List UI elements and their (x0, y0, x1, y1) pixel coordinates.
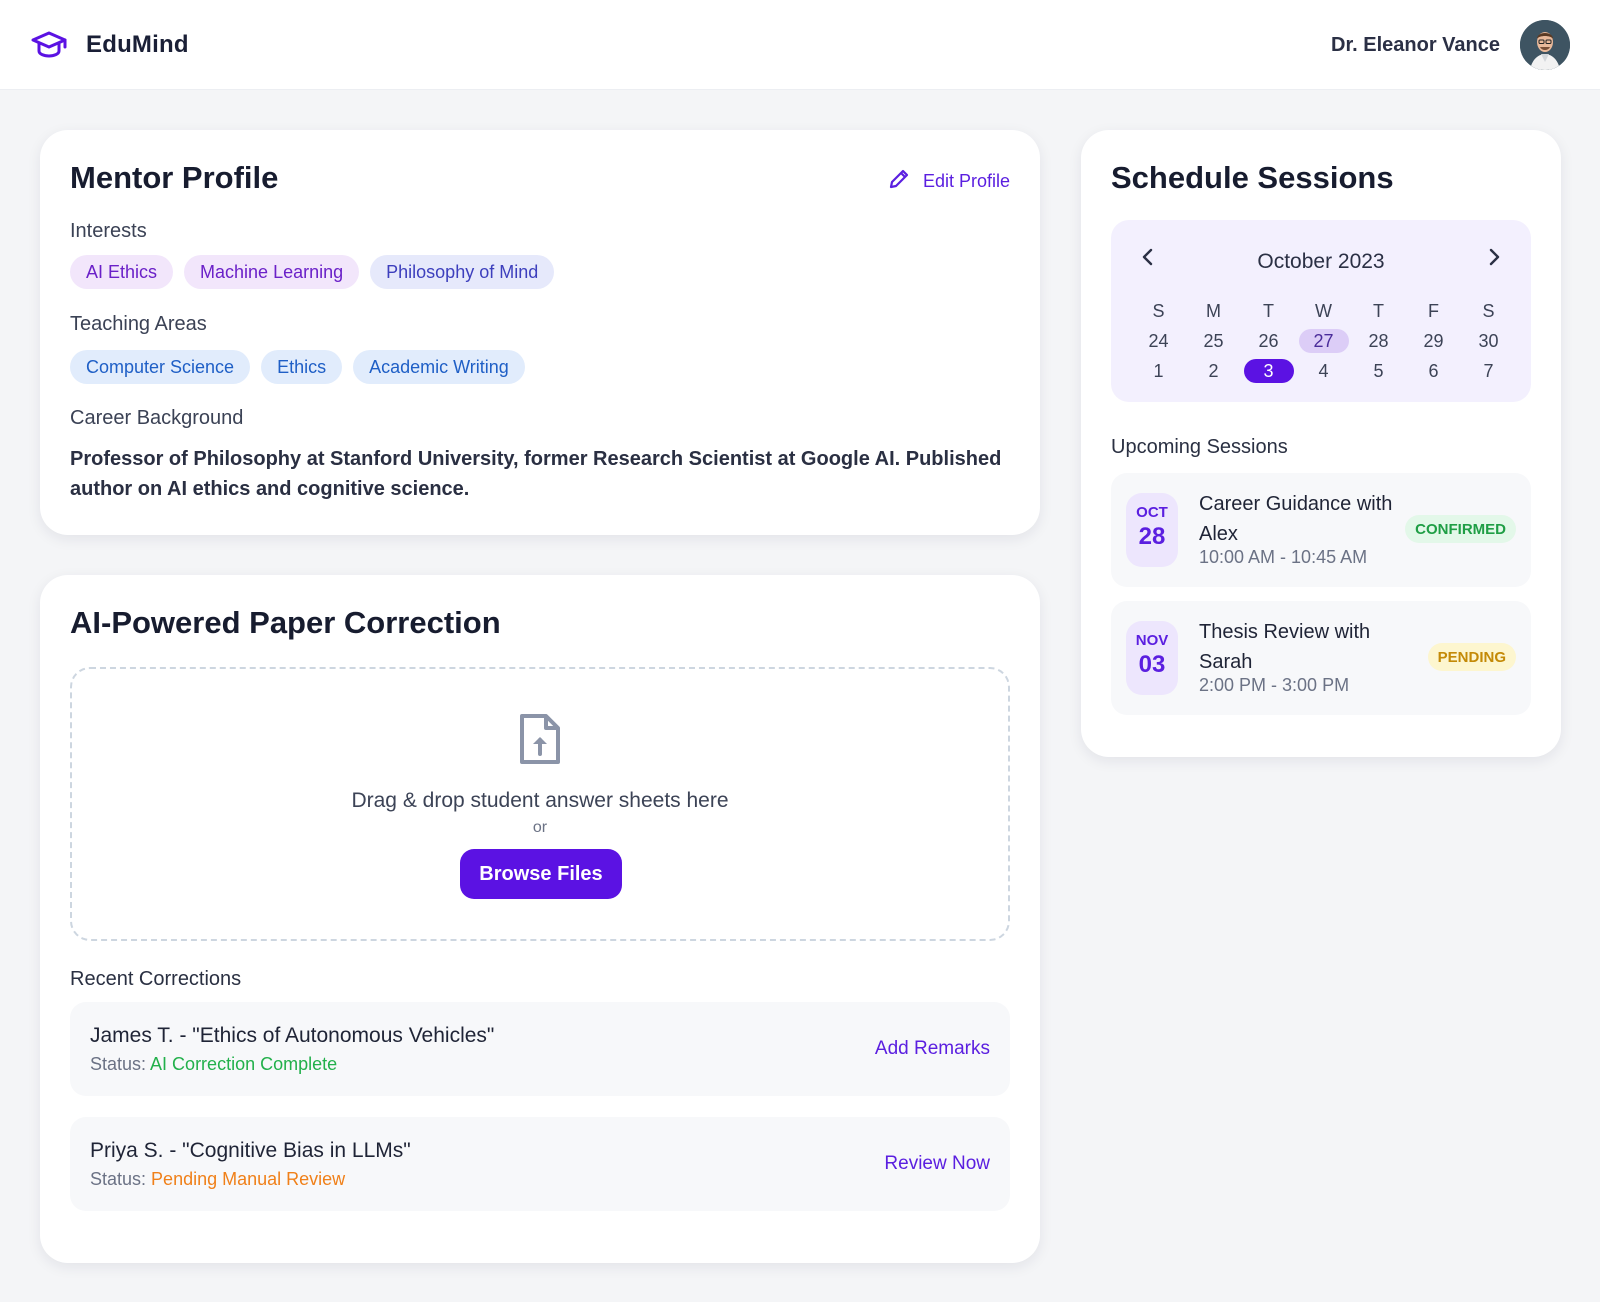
career-background-text: Professor of Philosophy at Stanford Univ… (70, 448, 1002, 500)
calendar-day[interactable]: 7 (1461, 356, 1516, 386)
session-date-badge: NOV 03 (1126, 621, 1178, 695)
interest-tag[interactable]: Machine Learning (184, 255, 360, 289)
weekday-label: S (1482, 300, 1495, 321)
teaching-tag[interactable]: Computer Science (70, 350, 251, 384)
user-menu[interactable]: Dr. Eleanor Vance (1331, 20, 1570, 70)
chevron-right-icon[interactable] (1479, 242, 1509, 272)
status-value: AI Correction Complete (150, 1054, 338, 1074)
teaching-tag[interactable]: Academic Writing (353, 350, 525, 384)
session-title: Career Guidance with Alex (1199, 493, 1393, 545)
weekday-label: T (1373, 300, 1384, 321)
calendar-day[interactable]: 26 (1241, 326, 1296, 356)
calendar-day[interactable]: 5 (1351, 356, 1406, 386)
calendar-day[interactable]: 2 (1186, 356, 1241, 386)
calendar-day[interactable]: 24 (1131, 326, 1186, 356)
calendar-day[interactable]: 29 (1406, 326, 1461, 356)
correction-title: Priya S. - "Cognitive Bias in LLMs" (90, 1139, 411, 1162)
brand[interactable]: EduMind (30, 26, 189, 64)
app-name: EduMind (86, 31, 189, 58)
calendar-month: October 2023 (1257, 250, 1385, 273)
session-time: 2:00 PM - 3:00 PM (1199, 675, 1350, 695)
session-date-badge: OCT 28 (1126, 493, 1178, 567)
calendar-day[interactable]: 25 (1186, 326, 1241, 356)
add-remarks-link[interactable]: Add Remarks (875, 1038, 990, 1060)
correction-status: Status: AI Correction Complete (90, 1054, 337, 1075)
paper-correction-title: AI-Powered Paper Correction (70, 605, 501, 640)
session-month: NOV (1135, 632, 1169, 649)
interest-tag[interactable]: AI Ethics (70, 255, 174, 289)
correction-title: James T. - "Ethics of Autonomous Vehicle… (90, 1024, 495, 1047)
calendar-day[interactable]: 28 (1351, 326, 1406, 356)
paper-correction-card: AI-Powered Paper Correction Drag & drop … (40, 575, 1040, 1263)
user-name: Dr. Eleanor Vance (1331, 33, 1500, 56)
teaching-areas-tags: Computer Science Ethics Academic Writing (70, 350, 525, 384)
review-now-link[interactable]: Review Now (884, 1153, 990, 1175)
session-item[interactable]: NOV 03 Thesis Review with Sarah 2:00 PM … (1111, 601, 1531, 715)
weekday-label: S (1152, 300, 1165, 321)
edit-profile-button[interactable]: Edit Profile (887, 167, 1010, 196)
status-value: Pending Manual Review (151, 1169, 346, 1189)
session-title: Thesis Review with Sarah (1199, 621, 1371, 673)
session-day: 03 (1138, 651, 1166, 678)
weekday-label: M (1206, 300, 1221, 321)
calendar-day[interactable]: 30 (1461, 326, 1516, 356)
status-prefix: Status: (90, 1054, 147, 1074)
session-month: OCT (1136, 504, 1168, 521)
file-upload-icon (518, 713, 562, 770)
file-dropzone[interactable]: Drag & drop student answer sheets here o… (70, 667, 1010, 941)
calendar-day-highlighted[interactable]: 27 (1296, 326, 1351, 356)
graduation-cap-icon (30, 26, 68, 64)
correction-status: Status: Pending Manual Review (90, 1169, 345, 1190)
avatar[interactable] (1520, 20, 1570, 70)
dropzone-text: Drag & drop student answer sheets here (351, 789, 729, 812)
calendar: October 2023 S M T W T F S 24 25 26 27 2… (1111, 220, 1531, 402)
session-time: 10:00 AM - 10:45 AM (1199, 547, 1368, 567)
schedule-sessions-title: Schedule Sessions (1111, 160, 1394, 195)
recent-corrections-label: Recent Corrections (70, 968, 242, 990)
pencil-icon (887, 167, 923, 196)
teaching-areas-label: Teaching Areas (70, 313, 207, 335)
career-background-label: Career Background (70, 407, 244, 429)
correction-row: James T. - "Ethics of Autonomous Vehicle… (70, 1002, 1010, 1096)
browse-files-button[interactable]: Browse Files (460, 849, 622, 899)
calendar-grid: S M T W T F S 24 25 26 27 28 29 30 1 2 3… (1131, 296, 1516, 386)
calendar-day[interactable]: 6 (1406, 356, 1461, 386)
top-bar: EduMind Dr. Eleanor Vance (0, 0, 1600, 90)
interests-label: Interests (70, 220, 147, 242)
status-badge: CONFIRMED (1405, 515, 1516, 543)
mentor-profile-card: Mentor Profile Edit Profile Interests AI… (40, 130, 1040, 535)
weekday-label: W (1315, 300, 1332, 321)
status-prefix: Status: (90, 1169, 147, 1189)
session-day: 28 (1138, 523, 1166, 550)
weekday-label: F (1428, 300, 1439, 321)
calendar-day-selected[interactable]: 3 (1241, 356, 1296, 386)
interests-tags: AI Ethics Machine Learning Philosophy of… (70, 255, 555, 289)
dropzone-or-text: or (532, 819, 548, 836)
calendar-day[interactable]: 1 (1131, 356, 1186, 386)
session-item[interactable]: OCT 28 Career Guidance with Alex 10:00 A… (1111, 473, 1531, 587)
mentor-profile-title: Mentor Profile (70, 160, 279, 195)
upcoming-sessions-label: Upcoming Sessions (1111, 436, 1288, 458)
teaching-tag[interactable]: Ethics (261, 350, 343, 384)
edit-profile-label: Edit Profile (922, 171, 1010, 191)
interest-tag[interactable]: Philosophy of Mind (370, 255, 555, 289)
correction-row: Priya S. - "Cognitive Bias in LLMs" Stat… (70, 1117, 1010, 1211)
weekday-label: T (1263, 300, 1274, 321)
status-badge: PENDING (1427, 643, 1516, 671)
schedule-sessions-card: Schedule Sessions October 2023 S M T W T… (1081, 130, 1561, 757)
calendar-day[interactable]: 4 (1296, 356, 1351, 386)
